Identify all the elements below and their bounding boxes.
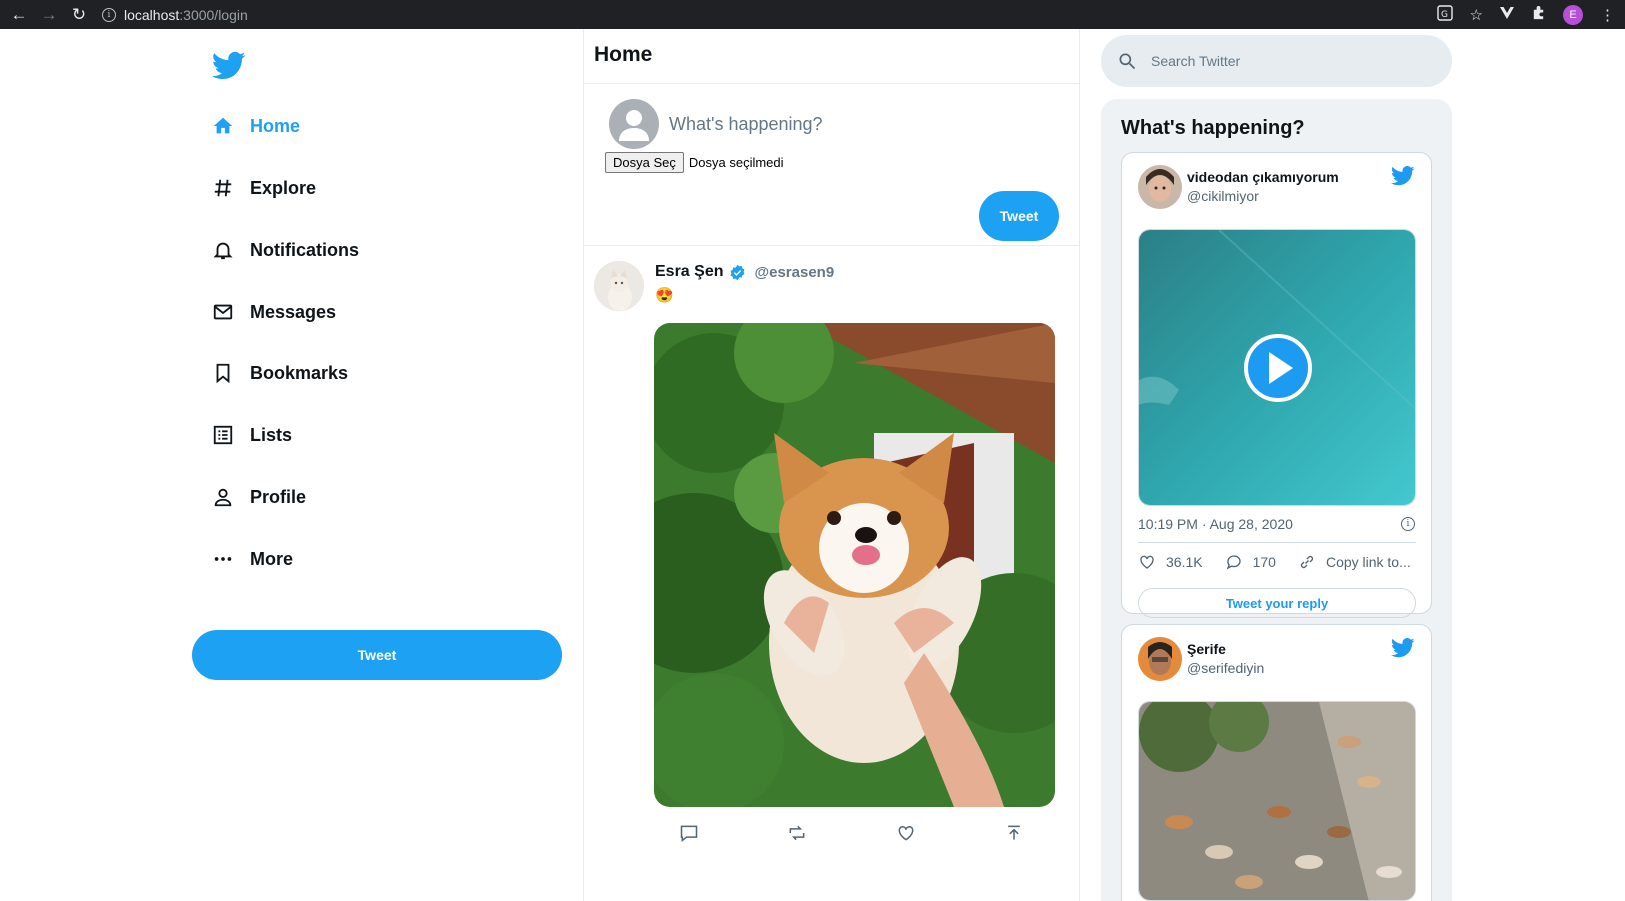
embed-stats: 36.1K 170 Copy link to... — [1138, 553, 1416, 571]
author-name[interactable]: Esra Şen — [655, 263, 723, 281]
embed-image[interactable] — [1138, 701, 1416, 901]
embedded-tweet: Şerife @serifediyin — [1121, 624, 1432, 901]
browser-toolbar: ← → ↻ i localhost:3000/login G ☆ E ⋮ — [0, 0, 1625, 29]
nav-label: Home — [250, 115, 301, 136]
nav-item-profile[interactable]: Profile — [212, 477, 306, 517]
search-input[interactable]: Search Twitter — [1101, 35, 1452, 87]
list-icon — [213, 425, 233, 445]
url-host: localhost — [124, 6, 180, 23]
reload-icon[interactable]: ↻ — [68, 4, 90, 26]
bell-icon — [213, 242, 233, 260]
tweet-header: Esra Şen @esrasen9 — [655, 263, 834, 281]
file-status: Dosya seçilmedi — [688, 155, 784, 170]
more-icon — [214, 557, 232, 561]
tweet-post: Esra Şen @esrasen9 😍 — [584, 246, 1079, 901]
twitter-bird-icon[interactable] — [1391, 638, 1415, 658]
copy-link-stat[interactable]: Copy link to... — [1298, 553, 1411, 571]
nav-item-explore[interactable]: Explore — [212, 168, 316, 208]
address-bar[interactable]: i localhost:3000/login — [102, 3, 1372, 27]
like-stat[interactable]: 36.1K — [1138, 553, 1203, 571]
choose-file-button[interactable]: Dosya Seç — [605, 152, 684, 173]
tweet-your-reply-button[interactable]: Tweet your reply — [1138, 588, 1416, 618]
nav-label: More — [250, 548, 294, 569]
retweet-icon[interactable] — [787, 823, 807, 843]
nav-label: Explore — [250, 177, 317, 198]
tweet-button[interactable]: Tweet — [192, 630, 562, 680]
trends-title: What's happening? — [1121, 117, 1305, 139]
menu-dots-icon[interactable]: ⋮ — [1600, 6, 1615, 24]
avatar — [609, 99, 659, 149]
reply-icon[interactable] — [679, 823, 699, 843]
app-page: Home Explore Notifications Messages Book… — [0, 29, 1625, 901]
embed-author-name[interactable]: videodan çıkamıyorum — [1187, 169, 1339, 185]
home-icon — [213, 117, 233, 134]
compose-input[interactable]: What's happening? — [669, 114, 823, 135]
reply-stat[interactable]: 170 — [1225, 553, 1276, 571]
file-picker: Dosya Seç Dosya seçilmedi — [605, 152, 784, 173]
embed-author-handle[interactable]: @cikilmiyor — [1187, 188, 1259, 204]
nav-item-lists[interactable]: Lists — [212, 415, 292, 455]
trends-panel: What's happening? videodan çıkamıyorum @… — [1101, 99, 1452, 901]
hashtag-icon — [214, 179, 232, 197]
forward-arrow-icon[interactable]: → — [38, 4, 60, 26]
verified-badge-icon — [731, 264, 745, 280]
translate-icon[interactable]: G — [1436, 4, 1453, 25]
share-icon[interactable] — [1004, 823, 1024, 843]
cat-avatar-image — [594, 261, 644, 311]
avatar[interactable] — [594, 261, 644, 311]
nav-label: Notifications — [250, 239, 360, 260]
avatar[interactable] — [1138, 637, 1182, 681]
nav-item-bookmarks[interactable]: Bookmarks — [212, 353, 348, 393]
nav-label: Profile — [250, 486, 307, 507]
cats-photo — [1139, 702, 1415, 900]
back-arrow-icon[interactable]: ← — [8, 4, 30, 26]
embedded-tweet: videodan çıkamıyorum @cikilmiyor 10:19 P… — [1121, 152, 1432, 618]
search-placeholder: Search Twitter — [1151, 53, 1241, 69]
extensions-puzzle-icon[interactable] — [1531, 5, 1546, 24]
tweet-text: 😍 — [655, 287, 674, 304]
tweet-image[interactable] — [654, 323, 1055, 807]
embed-author-handle[interactable]: @serifediyin — [1187, 660, 1264, 676]
nav-item-home[interactable]: Home — [212, 106, 300, 146]
embed-video[interactable] — [1138, 229, 1416, 506]
url-path: :3000/login — [179, 6, 248, 23]
reply-count: 170 — [1252, 554, 1276, 570]
nav-label: Messages — [250, 301, 337, 322]
bookmark-icon — [216, 363, 230, 384]
nav-label: Lists — [250, 424, 293, 445]
author-handle[interactable]: @esrasen9 — [754, 264, 834, 281]
page-title: Home — [584, 29, 1079, 84]
divider — [1138, 542, 1416, 543]
embed-author-name[interactable]: Şerife — [1187, 641, 1226, 657]
mail-icon — [213, 304, 233, 320]
link-icon — [1300, 555, 1314, 569]
copy-link-label: Copy link to... — [1325, 554, 1411, 570]
tweet-actions — [679, 823, 1024, 843]
like-heart-icon[interactable] — [896, 823, 916, 843]
like-count: 36.1K — [1166, 554, 1203, 570]
vue-devtools-icon[interactable] — [1500, 6, 1514, 23]
main-feed: Home What's happening? Dosya Seç Dosya s… — [583, 29, 1080, 901]
twitter-logo-icon[interactable] — [212, 51, 246, 81]
compose-box: What's happening? Dosya Seç Dosya seçilm… — [584, 84, 1079, 246]
nav-item-messages[interactable]: Messages — [212, 292, 336, 332]
user-icon — [214, 488, 232, 507]
comment-icon — [1226, 555, 1241, 570]
bookmark-star-icon[interactable]: ☆ — [1470, 6, 1483, 24]
nav-item-more[interactable]: More — [212, 539, 293, 579]
corgi-photo — [654, 323, 1055, 807]
nav-item-notifications[interactable]: Notifications — [212, 230, 359, 270]
heart-icon — [1140, 555, 1154, 569]
left-sidebar: Home Explore Notifications Messages Book… — [190, 29, 562, 901]
info-icon[interactable]: i — [1401, 517, 1415, 531]
profile-avatar[interactable]: E — [1563, 4, 1583, 25]
site-info-icon[interactable]: i — [102, 7, 116, 22]
embed-timestamp[interactable]: 10:19 PM · Aug 28, 2020 — [1138, 516, 1293, 532]
twitter-bird-icon[interactable] — [1391, 166, 1415, 186]
search-icon — [1119, 53, 1136, 70]
compose-tweet-button[interactable]: Tweet — [979, 191, 1059, 241]
nav-label: Bookmarks — [250, 362, 349, 383]
avatar[interactable] — [1138, 165, 1182, 209]
svg-text:G: G — [1441, 10, 1448, 20]
